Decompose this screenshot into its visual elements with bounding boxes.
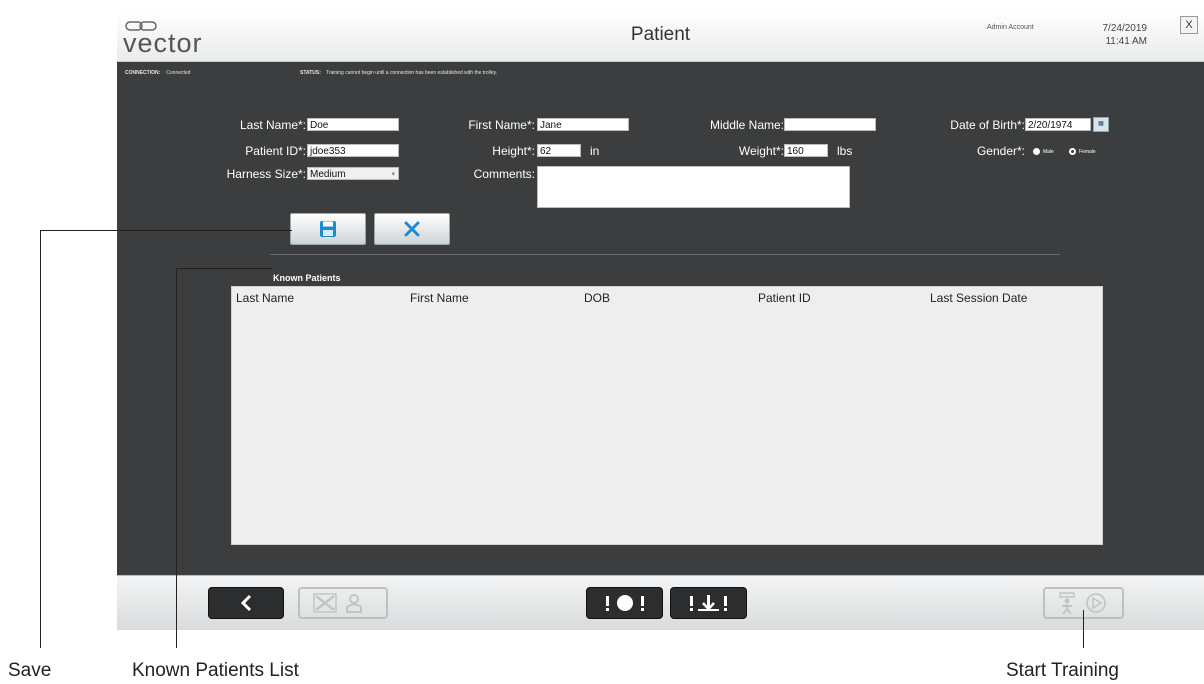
bottom-toolbar	[117, 575, 1204, 630]
known-patients-callout-label: Known Patients List	[132, 660, 299, 681]
cancel-button[interactable]	[374, 213, 450, 245]
connection-status: CONNECTION: Connected	[125, 70, 190, 76]
start-training-callout-line	[1083, 610, 1084, 648]
save-callout-line	[40, 230, 292, 231]
radio-button-selected-icon	[1069, 148, 1076, 155]
harness-size-select[interactable]: Medium ▾	[307, 167, 399, 180]
current-time: 11:41 AM	[1105, 36, 1147, 47]
column-header-last-name[interactable]: Last Name	[236, 291, 294, 305]
status-label: STATUS:	[300, 70, 321, 76]
gender-male-label: Male	[1043, 148, 1054, 155]
known-patients-table[interactable]: Last Name First Name DOB Patient ID Last…	[231, 286, 1103, 545]
patient-id-label: Patient ID*:	[245, 144, 306, 158]
dob-field[interactable]: 2/20/1974	[1025, 118, 1091, 131]
gender-female-label: Female	[1079, 148, 1096, 155]
middle-name-field[interactable]	[784, 118, 876, 131]
column-header-first-name[interactable]: First Name	[410, 291, 469, 305]
gender-label: Gender*:	[976, 144, 1025, 158]
chevron-left-icon	[240, 594, 252, 612]
status-value: Training cannot begin until a connection…	[325, 70, 498, 76]
known-patients-callout-line	[176, 268, 177, 648]
date-time: 7/24/2019 11:41 AM	[1077, 22, 1148, 48]
gender-female-radio[interactable]: Female	[1069, 148, 1096, 155]
height-field[interactable]: 62	[537, 144, 581, 157]
divider	[270, 254, 1060, 255]
middle-name-label: Middle Name:	[709, 118, 784, 132]
first-name-field[interactable]: Jane	[537, 118, 629, 131]
emergency-stop-button[interactable]	[586, 587, 663, 619]
back-button[interactable]	[208, 587, 284, 619]
known-patients-title: Known Patients	[273, 273, 341, 283]
patient-screen: vector Patient Admin Account 7/24/2019 1…	[117, 10, 1204, 630]
weight-unit: lbs	[837, 144, 853, 158]
calendar-icon[interactable]: ▦	[1093, 117, 1109, 132]
page-title: Patient	[630, 24, 691, 45]
x-icon	[404, 221, 420, 237]
status-message: STATUS: Training cannot begin until a con…	[300, 70, 497, 76]
column-header-dob[interactable]: DOB	[584, 291, 610, 305]
account-name: Admin Account	[987, 24, 1034, 31]
delete-user-icon	[313, 593, 362, 613]
harness-size-label: Harness Size*:	[226, 167, 306, 181]
gender-male-radio[interactable]: Male	[1033, 148, 1054, 155]
floppy-disk-icon	[320, 221, 336, 237]
weight-field[interactable]: 160	[784, 144, 828, 157]
column-header-last-session-date[interactable]: Last Session Date	[930, 291, 1027, 305]
save-callout-line	[40, 230, 41, 648]
height-unit: in	[590, 144, 600, 158]
patient-id-field[interactable]: jdoe353	[307, 144, 399, 157]
dob-label: Date of Birth*:	[950, 118, 1025, 132]
connection-label: CONNECTION:	[125, 70, 161, 76]
last-name-label: Last Name*:	[239, 118, 306, 132]
delete-patient-button[interactable]	[298, 587, 388, 619]
close-button[interactable]: X	[1180, 16, 1198, 34]
radio-button-icon	[1033, 148, 1040, 155]
column-header-patient-id[interactable]: Patient ID	[758, 291, 811, 305]
first-name-label: First Name*:	[468, 118, 535, 132]
save-callout-label: Save	[8, 660, 52, 681]
last-name-field[interactable]: Doe	[307, 118, 399, 131]
comments-field[interactable]	[537, 166, 850, 208]
height-label: Height*:	[492, 144, 535, 158]
start-training-callout-label: Start Training	[1006, 660, 1119, 681]
save-button[interactable]	[290, 213, 366, 245]
connection-value: Connected	[166, 70, 191, 76]
dropdown-arrow-icon: ▾	[391, 171, 395, 178]
known-patients-callout-line	[176, 268, 272, 269]
weight-label: Weight*:	[738, 144, 784, 158]
comments-label: Comments:	[473, 167, 535, 181]
weight-icon	[689, 595, 727, 611]
current-date: 7/24/2019	[1102, 23, 1148, 34]
header-bar: vector Patient Admin Account 7/24/2019 1…	[117, 10, 1204, 62]
stop-icon	[605, 595, 644, 611]
harness-size-value: Medium	[310, 169, 346, 180]
calibrate-button[interactable]	[670, 587, 747, 619]
